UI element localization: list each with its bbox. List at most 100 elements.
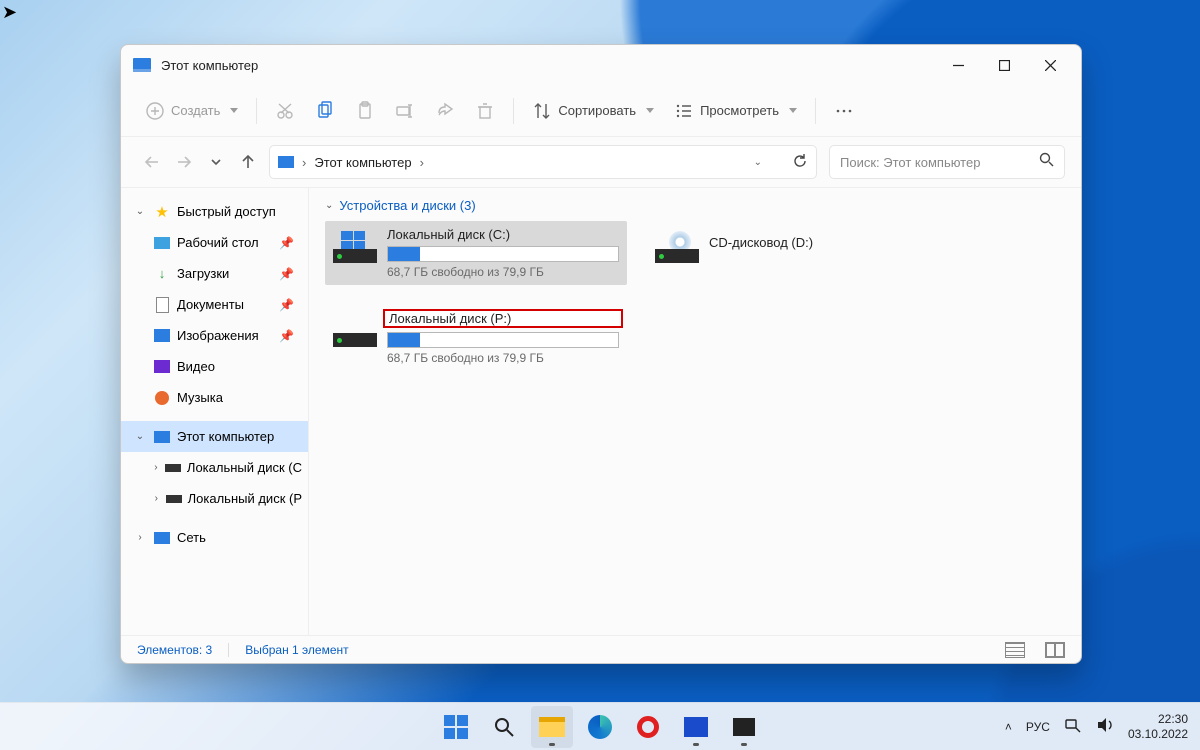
new-button[interactable]: Создать (137, 95, 246, 127)
sidebar-pictures[interactable]: Изображения 📌 (121, 320, 308, 351)
drive-icon (165, 464, 181, 472)
tray-date: 03.10.2022 (1128, 727, 1188, 741)
sort-icon (532, 101, 552, 121)
back-button[interactable] (143, 153, 161, 171)
pin-icon[interactable]: 📌 (279, 329, 302, 343)
tray-language[interactable]: РУС (1026, 720, 1050, 734)
paste-button[interactable] (347, 95, 383, 127)
breadcrumb-separator[interactable]: › (420, 155, 424, 170)
share-icon (435, 101, 455, 121)
toolbar: Создать Сортировать Просмотреть (121, 85, 1081, 137)
search-input[interactable] (840, 155, 1039, 170)
share-button[interactable] (427, 95, 463, 127)
sidebar-drive-p[interactable]: › Локальный диск (P (121, 483, 308, 514)
sidebar-label: Локальный диск (C (187, 460, 302, 475)
chevron-right-icon[interactable]: › (153, 462, 159, 473)
tiles-view-button[interactable] (1045, 642, 1065, 658)
status-count: Элементов: 3 (137, 643, 212, 657)
drive-p[interactable]: Локальный диск (P:) 68,7 ГБ свободно из … (325, 305, 627, 371)
search-icon[interactable] (1039, 152, 1054, 172)
search-box[interactable] (829, 145, 1065, 179)
breadcrumb-separator: › (302, 155, 306, 170)
maximize-button[interactable] (981, 49, 1027, 81)
copy-icon (315, 101, 335, 121)
copy-button[interactable] (307, 95, 343, 127)
sidebar-downloads[interactable]: ↓ Загрузки 📌 (121, 258, 308, 289)
chevron-right-icon[interactable]: › (153, 493, 160, 504)
forward-button[interactable] (175, 153, 193, 171)
status-bar: Элементов: 3 Выбран 1 элемент (121, 635, 1081, 663)
refresh-button[interactable] (792, 153, 808, 172)
chevron-down-icon[interactable]: ⌄ (325, 200, 333, 211)
sidebar-label: Быстрый доступ (177, 204, 276, 219)
drive-name: Локальный диск (C:) (387, 227, 619, 242)
up-button[interactable] (239, 153, 257, 171)
content-pane[interactable]: ⌄ Устройства и диски (3) Локальный диск … (309, 188, 1081, 635)
pin-icon[interactable]: 📌 (279, 267, 302, 281)
start-button[interactable] (435, 706, 477, 748)
chevron-down-icon[interactable]: ⌄ (133, 206, 147, 217)
sidebar-this-pc[interactable]: ⌄ Этот компьютер (121, 421, 308, 452)
sidebar-music[interactable]: Музыка (121, 382, 308, 413)
view-icon (674, 101, 694, 121)
drive-cd[interactable]: CD-дисковод (D:) (647, 221, 907, 285)
sidebar-label: Этот компьютер (177, 429, 274, 444)
taskbar-app-2[interactable] (723, 706, 765, 748)
pin-icon[interactable]: 📌 (279, 236, 302, 250)
taskbar-explorer[interactable] (531, 706, 573, 748)
group-header-label: Устройства и диски (3) (339, 198, 475, 213)
sidebar-desktop[interactable]: Рабочий стол 📌 (121, 227, 308, 258)
pin-icon[interactable]: 📌 (279, 298, 302, 312)
drive-sub: 68,7 ГБ свободно из 79,9 ГБ (387, 265, 619, 279)
taskbar-edge[interactable] (579, 706, 621, 748)
view-button[interactable]: Просмотреть (666, 95, 805, 127)
minimize-button[interactable] (935, 49, 981, 81)
tray-overflow[interactable]: ˄ (1005, 720, 1012, 734)
close-button[interactable] (1027, 49, 1073, 81)
taskbar-search[interactable] (483, 706, 525, 748)
delete-button[interactable] (467, 95, 503, 127)
sidebar-documents[interactable]: Документы 📌 (121, 289, 308, 320)
downloads-icon: ↓ (153, 265, 171, 283)
sidebar-label: Локальный диск (P (188, 491, 302, 506)
chevron-right-icon[interactable]: › (133, 532, 147, 543)
tray-time: 22:30 (1128, 712, 1188, 726)
system-tray[interactable]: ˄ РУС 22:30 03.10.2022 (1005, 712, 1188, 741)
details-view-button[interactable] (1005, 642, 1025, 658)
tray-network-icon[interactable] (1064, 716, 1082, 737)
more-button[interactable] (826, 95, 862, 127)
taskbar-app-1[interactable] (675, 706, 717, 748)
sort-button[interactable]: Сортировать (524, 95, 662, 127)
tray-clock[interactable]: 22:30 03.10.2022 (1128, 712, 1188, 741)
drive-c-icon (333, 227, 377, 279)
rename-button[interactable] (387, 95, 423, 127)
group-header[interactable]: ⌄ Устройства и диски (3) (325, 196, 1065, 221)
sidebar-drive-c[interactable]: › Локальный диск (C (121, 452, 308, 483)
address-dropdown[interactable]: ⌄ (754, 157, 762, 168)
star-icon: ★ (153, 203, 171, 221)
separator (228, 643, 229, 657)
chevron-down-icon[interactable]: ⌄ (133, 431, 147, 442)
drive-name: CD-дисковод (D:) (709, 235, 899, 250)
taskbar-opera[interactable] (627, 706, 669, 748)
this-pc-icon (154, 431, 170, 443)
titlebar[interactable]: Этот компьютер (121, 45, 1081, 85)
sidebar-label: Документы (177, 297, 244, 312)
trash-icon (475, 101, 495, 121)
taskbar[interactable]: ˄ РУС 22:30 03.10.2022 (0, 702, 1200, 750)
sidebar-label: Видео (177, 359, 215, 374)
sidebar-videos[interactable]: Видео (121, 351, 308, 382)
cut-button[interactable] (267, 95, 303, 127)
navigation-pane[interactable]: ⌄ ★ Быстрый доступ Рабочий стол 📌 ↓ Загр… (121, 188, 309, 635)
drive-name: Локальный диск (P:) (383, 309, 623, 328)
recent-dropdown[interactable] (207, 153, 225, 171)
breadcrumb-segment[interactable]: Этот компьютер (314, 155, 411, 170)
drive-c[interactable]: Локальный диск (C:) 68,7 ГБ свободно из … (325, 221, 627, 285)
tray-volume-icon[interactable] (1096, 716, 1114, 737)
address-bar[interactable]: › Этот компьютер › ⌄ (269, 145, 817, 179)
status-selected: Выбран 1 элемент (245, 643, 348, 657)
pictures-icon (154, 329, 170, 342)
capacity-bar (387, 332, 619, 348)
sidebar-network[interactable]: › Сеть (121, 522, 308, 553)
sidebar-quick-access[interactable]: ⌄ ★ Быстрый доступ (121, 196, 308, 227)
